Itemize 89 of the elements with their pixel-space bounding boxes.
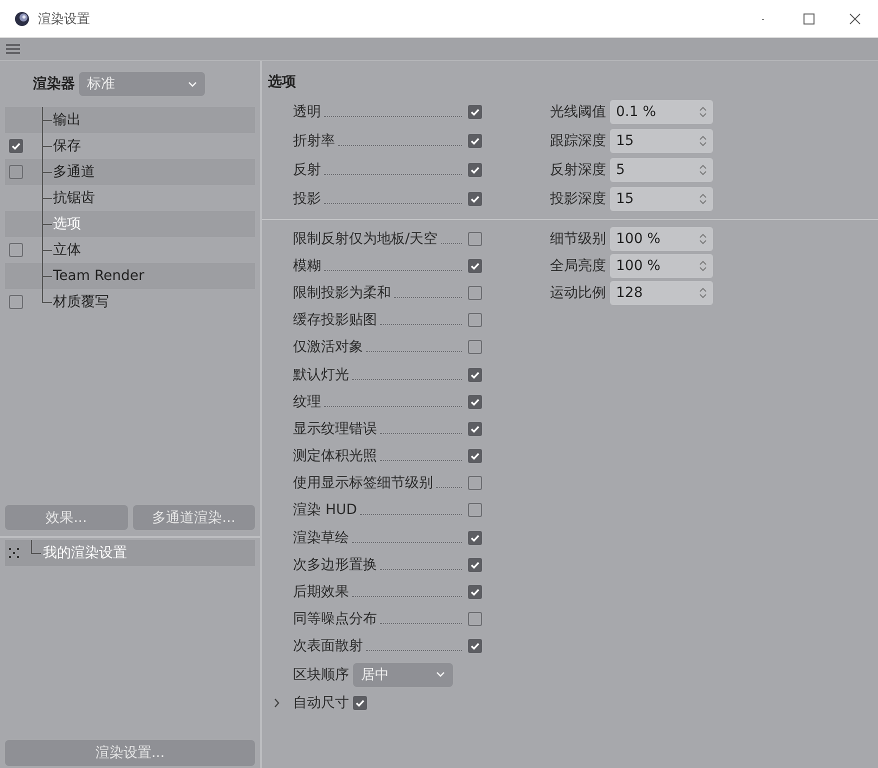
tree-connector [42,263,52,289]
option-label: 次多边形置换 [293,556,377,574]
caret-icon [436,671,445,678]
section-title: 选项 [268,73,297,92]
checkbox[interactable] [468,422,482,436]
checkbox[interactable] [468,313,482,328]
tree-connector [42,107,52,133]
option-label: 反射 [293,160,321,178]
app-icon [14,10,30,26]
option-label: 模糊 [293,256,321,275]
checkbox[interactable] [468,286,482,300]
checkbox[interactable] [468,503,482,518]
number-field[interactable]: 5 [610,158,713,182]
spinner-icon[interactable] [699,286,707,299]
checkbox[interactable] [468,612,482,626]
tree-item[interactable]: 材质覆写 [53,293,109,311]
option-label: 自动尺寸 [293,694,349,712]
checkbox[interactable] [468,340,482,354]
renderer-label: 渲染器 [33,75,75,93]
checkbox[interactable] [9,139,23,153]
checkbox[interactable] [468,449,482,464]
tree-item[interactable]: 立体 [53,241,81,259]
tree-connector [42,185,52,211]
spinner-icon[interactable] [699,232,707,245]
number-field[interactable]: 100 % [610,254,713,278]
option-label: 折射率 [293,132,335,150]
tree-connector [42,237,52,263]
tree-connector [42,133,52,159]
option-label: 限制投影为柔和 [293,284,391,302]
spinner-icon[interactable] [699,164,707,176]
checkbox[interactable] [9,243,23,257]
spinner-icon[interactable] [699,106,707,118]
field-label: 投影深度 [549,190,606,208]
checkbox[interactable] [468,639,482,654]
tree-connector [42,159,52,185]
number-field[interactable]: 128 [610,280,713,305]
option-label: 仅激活对象 [293,338,363,356]
checkbox[interactable] [468,530,482,545]
tree-item[interactable]: 抗锯齿 [53,189,95,207]
block-order-label: 区块顺序 [293,666,349,684]
checkbox[interactable] [468,476,482,490]
checkbox[interactable] [353,696,367,710]
spinner-icon[interactable] [699,260,707,272]
window-title: 渲染设置 [38,10,91,28]
checkbox[interactable] [468,134,482,148]
option-label: 缓存投影贴图 [293,311,377,330]
field-label: 跟踪深度 [549,132,606,150]
field-label: 光线阈值 [549,102,606,120]
option-label: 同等噪点分布 [293,610,377,628]
field-label: 全局亮度 [549,256,606,275]
checkbox[interactable] [9,295,23,309]
focus-icon [9,548,19,558]
tree-item[interactable]: 多通道 [53,163,95,181]
option-label: 使用显示标签细节级别 [293,474,433,492]
checkbox[interactable] [468,104,482,118]
field-label: 反射深度 [549,160,606,178]
field-label: 运动比例 [549,284,606,302]
number-field[interactable]: 100 % [610,226,713,251]
tree-item[interactable]: 输出 [53,111,81,129]
checkbox[interactable] [468,585,482,600]
caret-icon [188,80,197,88]
checkbox[interactable] [468,558,482,572]
checkbox[interactable] [468,258,482,273]
number-field[interactable]: 15 [610,186,713,210]
option-label: 透明 [293,102,321,120]
checkbox[interactable] [468,192,482,206]
option-label: 投影 [293,190,321,208]
tree-item[interactable]: 保存 [53,137,81,155]
option-label: 显示纹理错误 [293,420,377,438]
tree-connector [42,211,52,237]
option-label: 限制反射仅为地板/天空 [293,230,438,248]
option-label: 次表面散射 [293,637,363,656]
field-label: 细节级别 [549,230,606,248]
number-field[interactable]: 0.1 % [610,100,713,124]
option-label: 默认灯光 [293,366,349,384]
checkbox[interactable] [468,368,482,382]
menu-icon[interactable] [6,44,20,54]
option-label: 测定体积光照 [293,447,377,466]
spinner-icon[interactable] [699,134,707,146]
checkbox[interactable] [9,165,23,179]
option-label: 渲染 HUD [293,501,358,520]
spinner-icon[interactable] [699,192,707,204]
option-label: 后期效果 [293,583,349,602]
checkbox[interactable] [468,232,482,246]
option-label: 纹理 [293,392,321,411]
option-label: 渲染草绘 [293,528,349,547]
checkbox[interactable] [468,394,482,409]
checkbox[interactable] [468,162,482,176]
number-field[interactable]: 15 [610,128,713,152]
